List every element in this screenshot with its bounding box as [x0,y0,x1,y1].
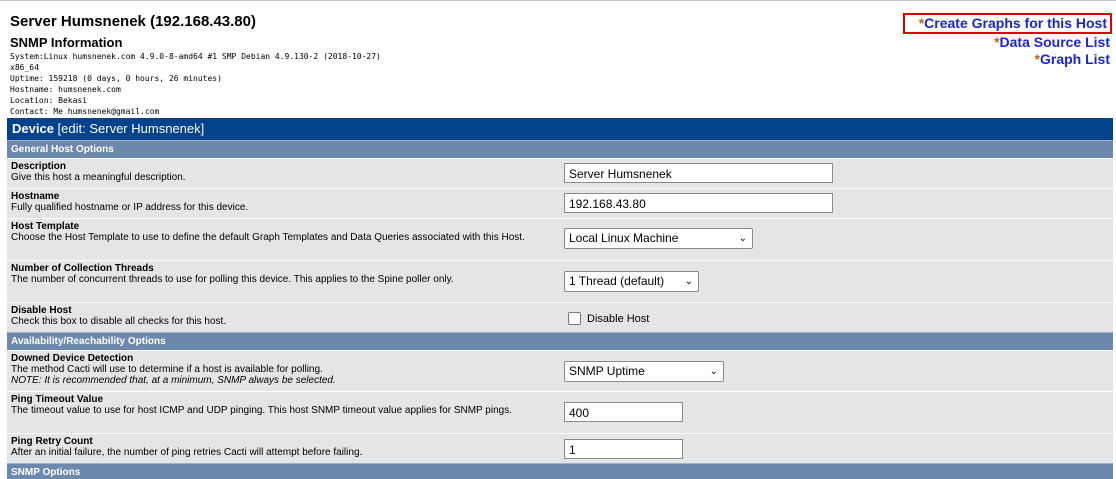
row-description: Description Give this host a meaningful d… [7,158,1113,188]
create-graphs-highlight: *Create Graphs for this Host [902,13,1112,34]
device-edit-panel: Device [edit: Server Humsnenek] General … [7,118,1113,479]
chevron-down-icon: ⌄ [684,276,693,287]
snmp-info-block: System:Linux humsnenek.com 4.9.0-8-amd64… [10,51,381,117]
row-downed-detection: Downed Device Detection The method Cacti … [7,350,1113,391]
snmp-line-uptime: Uptime: 159218 (0 days, 0 hours, 26 minu… [10,74,222,83]
field-title: Downed Device Detection [11,353,134,364]
hostname-label: Hostname Fully qualified hostname or IP a… [11,191,551,213]
snmp-line-hostname: Hostname: humsnenek.com [10,85,121,94]
field-title: Description [11,161,67,172]
row-host-template: Host Template Choose the Host Template to… [7,218,1113,260]
row-disable-host: Disable Host Check this box to disable al… [7,302,1113,332]
host-template-value: Local Linux Machine [569,231,679,245]
snmp-info-title: SNMP Information [10,35,123,50]
threads-select[interactable]: 1 Thread (default) ⌄ [564,271,699,292]
downed-detection-value: SNMP Uptime [569,364,645,378]
disable-host-checkbox[interactable] [568,312,581,326]
row-hostname: Hostname Fully qualified hostname or IP a… [7,188,1113,218]
field-desc: Fully qualified hostname or IP address f… [11,202,249,213]
threads-value: 1 Thread (default) [569,274,665,288]
ping-retry-label: Ping Retry Count After an initial failure… [11,436,551,458]
ping-timeout-input[interactable]: 400 [564,402,683,422]
ping-timeout-label: Ping Timeout Value The timeout value to u… [11,394,551,416]
field-title: Ping Retry Count [11,436,93,447]
section-general-host-options: General Host Options [7,140,1113,158]
field-desc: Check this box to disable all checks for… [11,316,227,327]
field-desc: Give this host a meaningful description. [11,172,186,183]
data-source-list-link[interactable]: Data Source List [1000,34,1110,50]
field-desc: The method Cacti will use to determine i… [11,364,323,375]
snmp-line-location: Location: Bekasi [10,96,88,105]
host-action-links: *Create Graphs for this Host *Data Sourc… [902,13,1112,68]
hostname-input[interactable]: 192.168.43.80 [564,193,833,213]
description-input[interactable]: Server Humsnenek [564,163,833,183]
field-title: Hostname [11,191,60,202]
downed-detection-select[interactable]: SNMP Uptime ⌄ [564,361,724,382]
page-title: Server Humsnenek (192.168.43.80) [10,13,256,30]
create-graphs-link[interactable]: Create Graphs for this Host [924,15,1107,31]
downed-detection-label: Downed Device Detection The method Cacti … [11,353,551,386]
row-ping-timeout: Ping Timeout Value The timeout value to u… [7,391,1113,433]
snmp-line-arch: x86_64 [10,63,39,72]
field-desc: The number of concurrent threads to use … [11,274,454,285]
field-desc: The timeout value to use for host ICMP a… [11,405,512,416]
field-desc: After an initial failure, the number of … [11,447,363,458]
disable-host-label: Disable Host Check this box to disable al… [11,305,551,327]
ping-retry-input[interactable]: 1 [564,439,683,459]
snmp-line-system: System:Linux humsnenek.com 4.9.0-8-amd64… [10,52,381,61]
field-title: Number of Collection Threads [11,263,154,274]
description-label: Description Give this host a meaningful d… [11,161,551,183]
device-label: Device [12,121,54,136]
host-header: Server Humsnenek (192.168.43.80) SNMP In… [0,0,1116,119]
chevron-down-icon: ⌄ [738,233,747,244]
row-ping-retry: Ping Retry Count After an initial failure… [7,433,1113,463]
chevron-down-icon: ⌄ [709,366,718,377]
field-desc: Choose the Host Template to use to defin… [11,232,525,243]
field-title: Host Template [11,221,80,232]
graph-list-link[interactable]: Graph List [1040,51,1110,67]
device-edit-label: [edit: Server Humsnenek] [57,121,205,136]
field-note: NOTE: It is recommended that, at a minim… [11,375,336,386]
disable-host-checkbox-label[interactable]: Disable Host [587,313,649,325]
host-template-select[interactable]: Local Linux Machine ⌄ [564,228,753,249]
field-title: Ping Timeout Value [11,394,104,405]
threads-label: Number of Collection Threads The number o… [11,263,551,285]
field-title: Disable Host [11,305,72,316]
host-template-label: Host Template Choose the Host Template to… [11,221,551,243]
section-availability-options: Availability/Reachability Options [7,332,1113,350]
snmp-line-contact: Contact: Me humsnenek@gmail.com [10,107,160,116]
row-collection-threads: Number of Collection Threads The number o… [7,260,1113,302]
device-header: Device [edit: Server Humsnenek] [7,118,1113,140]
section-snmp-options: SNMP Options [7,463,1113,479]
